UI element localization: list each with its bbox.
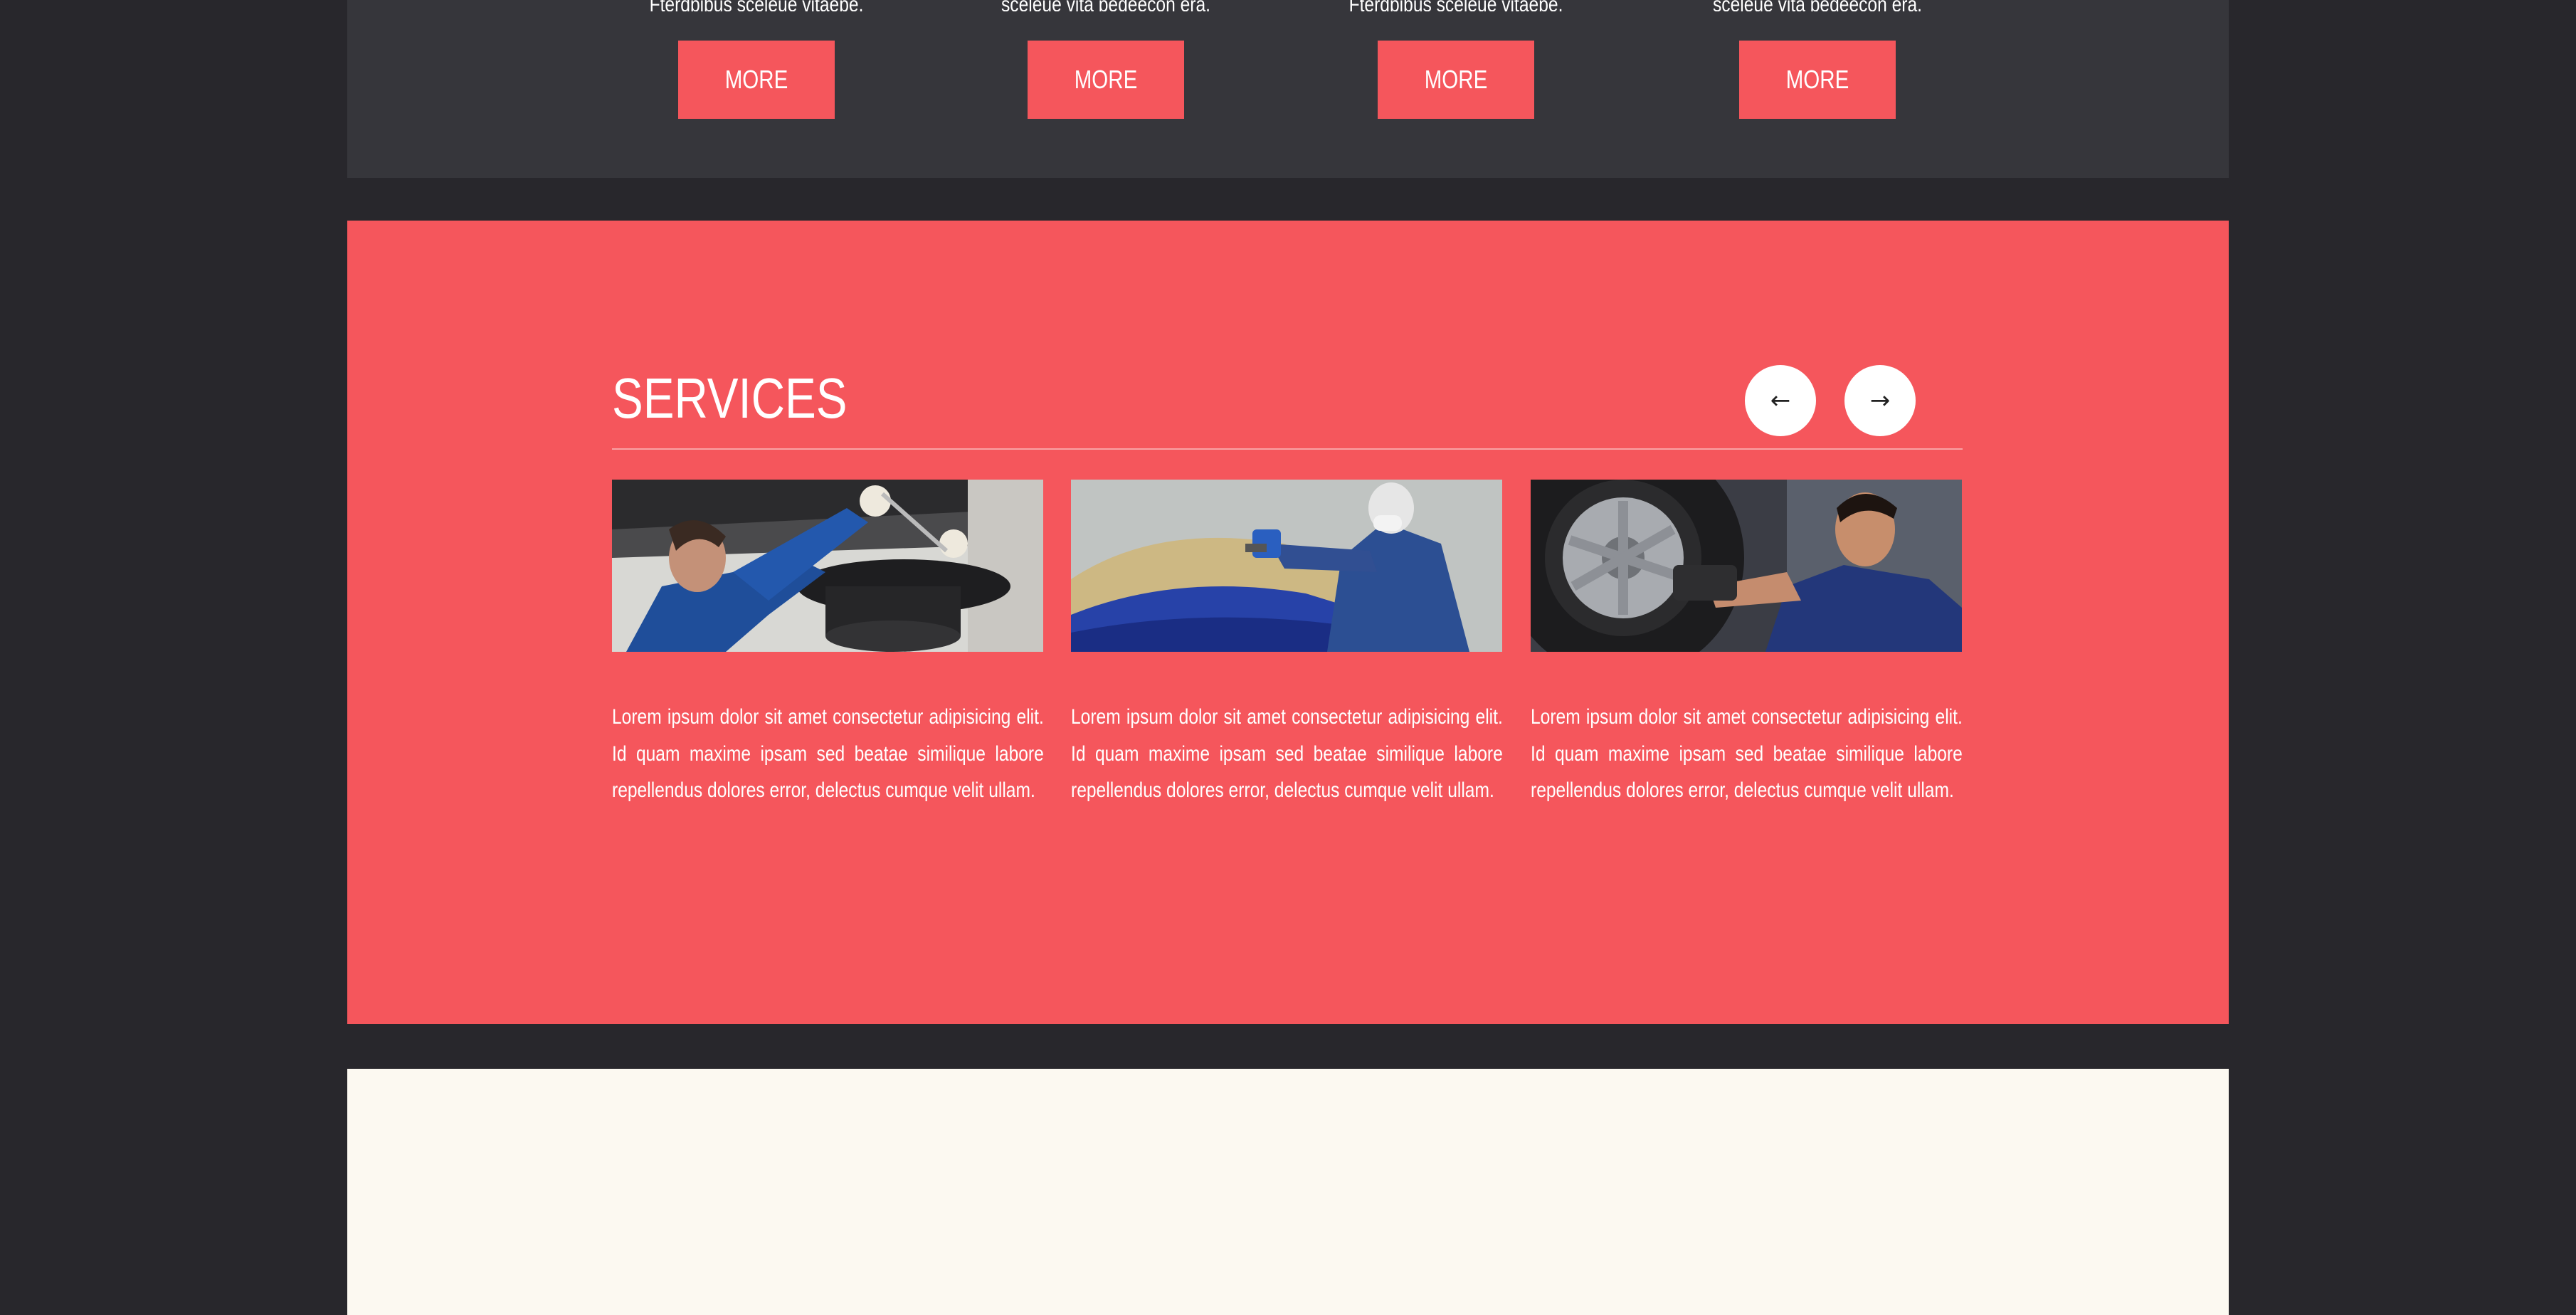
feature-text: sceleue vita pedeecon era. bbox=[983, 0, 1228, 11]
feature-item: sceleue vita pedeecon era. MORE bbox=[1668, 0, 1967, 119]
service-card: Lorem ipsum dolor sit amet consectetur a… bbox=[1071, 480, 1503, 809]
feature-item: Fterdpibus sceleue vitaepe. MORE bbox=[607, 0, 906, 119]
next-arrow-button[interactable]: → bbox=[1844, 365, 1916, 436]
more-button[interactable]: MORE bbox=[678, 41, 835, 119]
service-card: Lorem ipsum dolor sit amet consectetur a… bbox=[612, 480, 1044, 809]
services-title: SERVICES bbox=[612, 366, 848, 430]
service-description: Lorem ipsum dolor sit amet consectetur a… bbox=[612, 705, 1044, 802]
arrow-right-icon: → bbox=[1869, 386, 1891, 415]
service-description: Lorem ipsum dolor sit amet consectetur a… bbox=[1531, 705, 1963, 802]
service-image-oil-change[interactable] bbox=[612, 480, 1043, 652]
feature-item: Fterdpibus sceleue vitaepe. MORE bbox=[1307, 0, 1605, 119]
feature-text: sceleue vita pedeecon era. bbox=[1695, 0, 1940, 11]
service-image-tire-change[interactable] bbox=[1531, 480, 1962, 652]
feature-item: sceleue vita pedeecon era. MORE bbox=[956, 0, 1255, 119]
service-card: Lorem ipsum dolor sit amet consectetur a… bbox=[1531, 480, 1963, 809]
bottom-panel bbox=[347, 1069, 2229, 1315]
service-image-car-painting[interactable] bbox=[1071, 480, 1502, 652]
more-button[interactable]: MORE bbox=[1028, 41, 1184, 119]
feature-text: Fterdpibus sceleue vitaepe. bbox=[634, 0, 879, 11]
service-description: Lorem ipsum dolor sit amet consectetur a… bbox=[1071, 705, 1503, 802]
arrow-left-icon: ← bbox=[1770, 386, 1791, 415]
more-button[interactable]: MORE bbox=[1739, 41, 1896, 119]
previous-arrow-button[interactable]: ← bbox=[1745, 365, 1816, 436]
feature-text: Fterdpibus sceleue vitaepe. bbox=[1334, 0, 1578, 11]
services-section: SERVICES ← → Lorem ipsum dolor sit amet … bbox=[347, 221, 2229, 1024]
features-panel: Fterdpibus sceleue vitaepe. MORE sceleue… bbox=[347, 0, 2229, 178]
more-button[interactable]: MORE bbox=[1378, 41, 1534, 119]
services-divider bbox=[612, 448, 1963, 450]
